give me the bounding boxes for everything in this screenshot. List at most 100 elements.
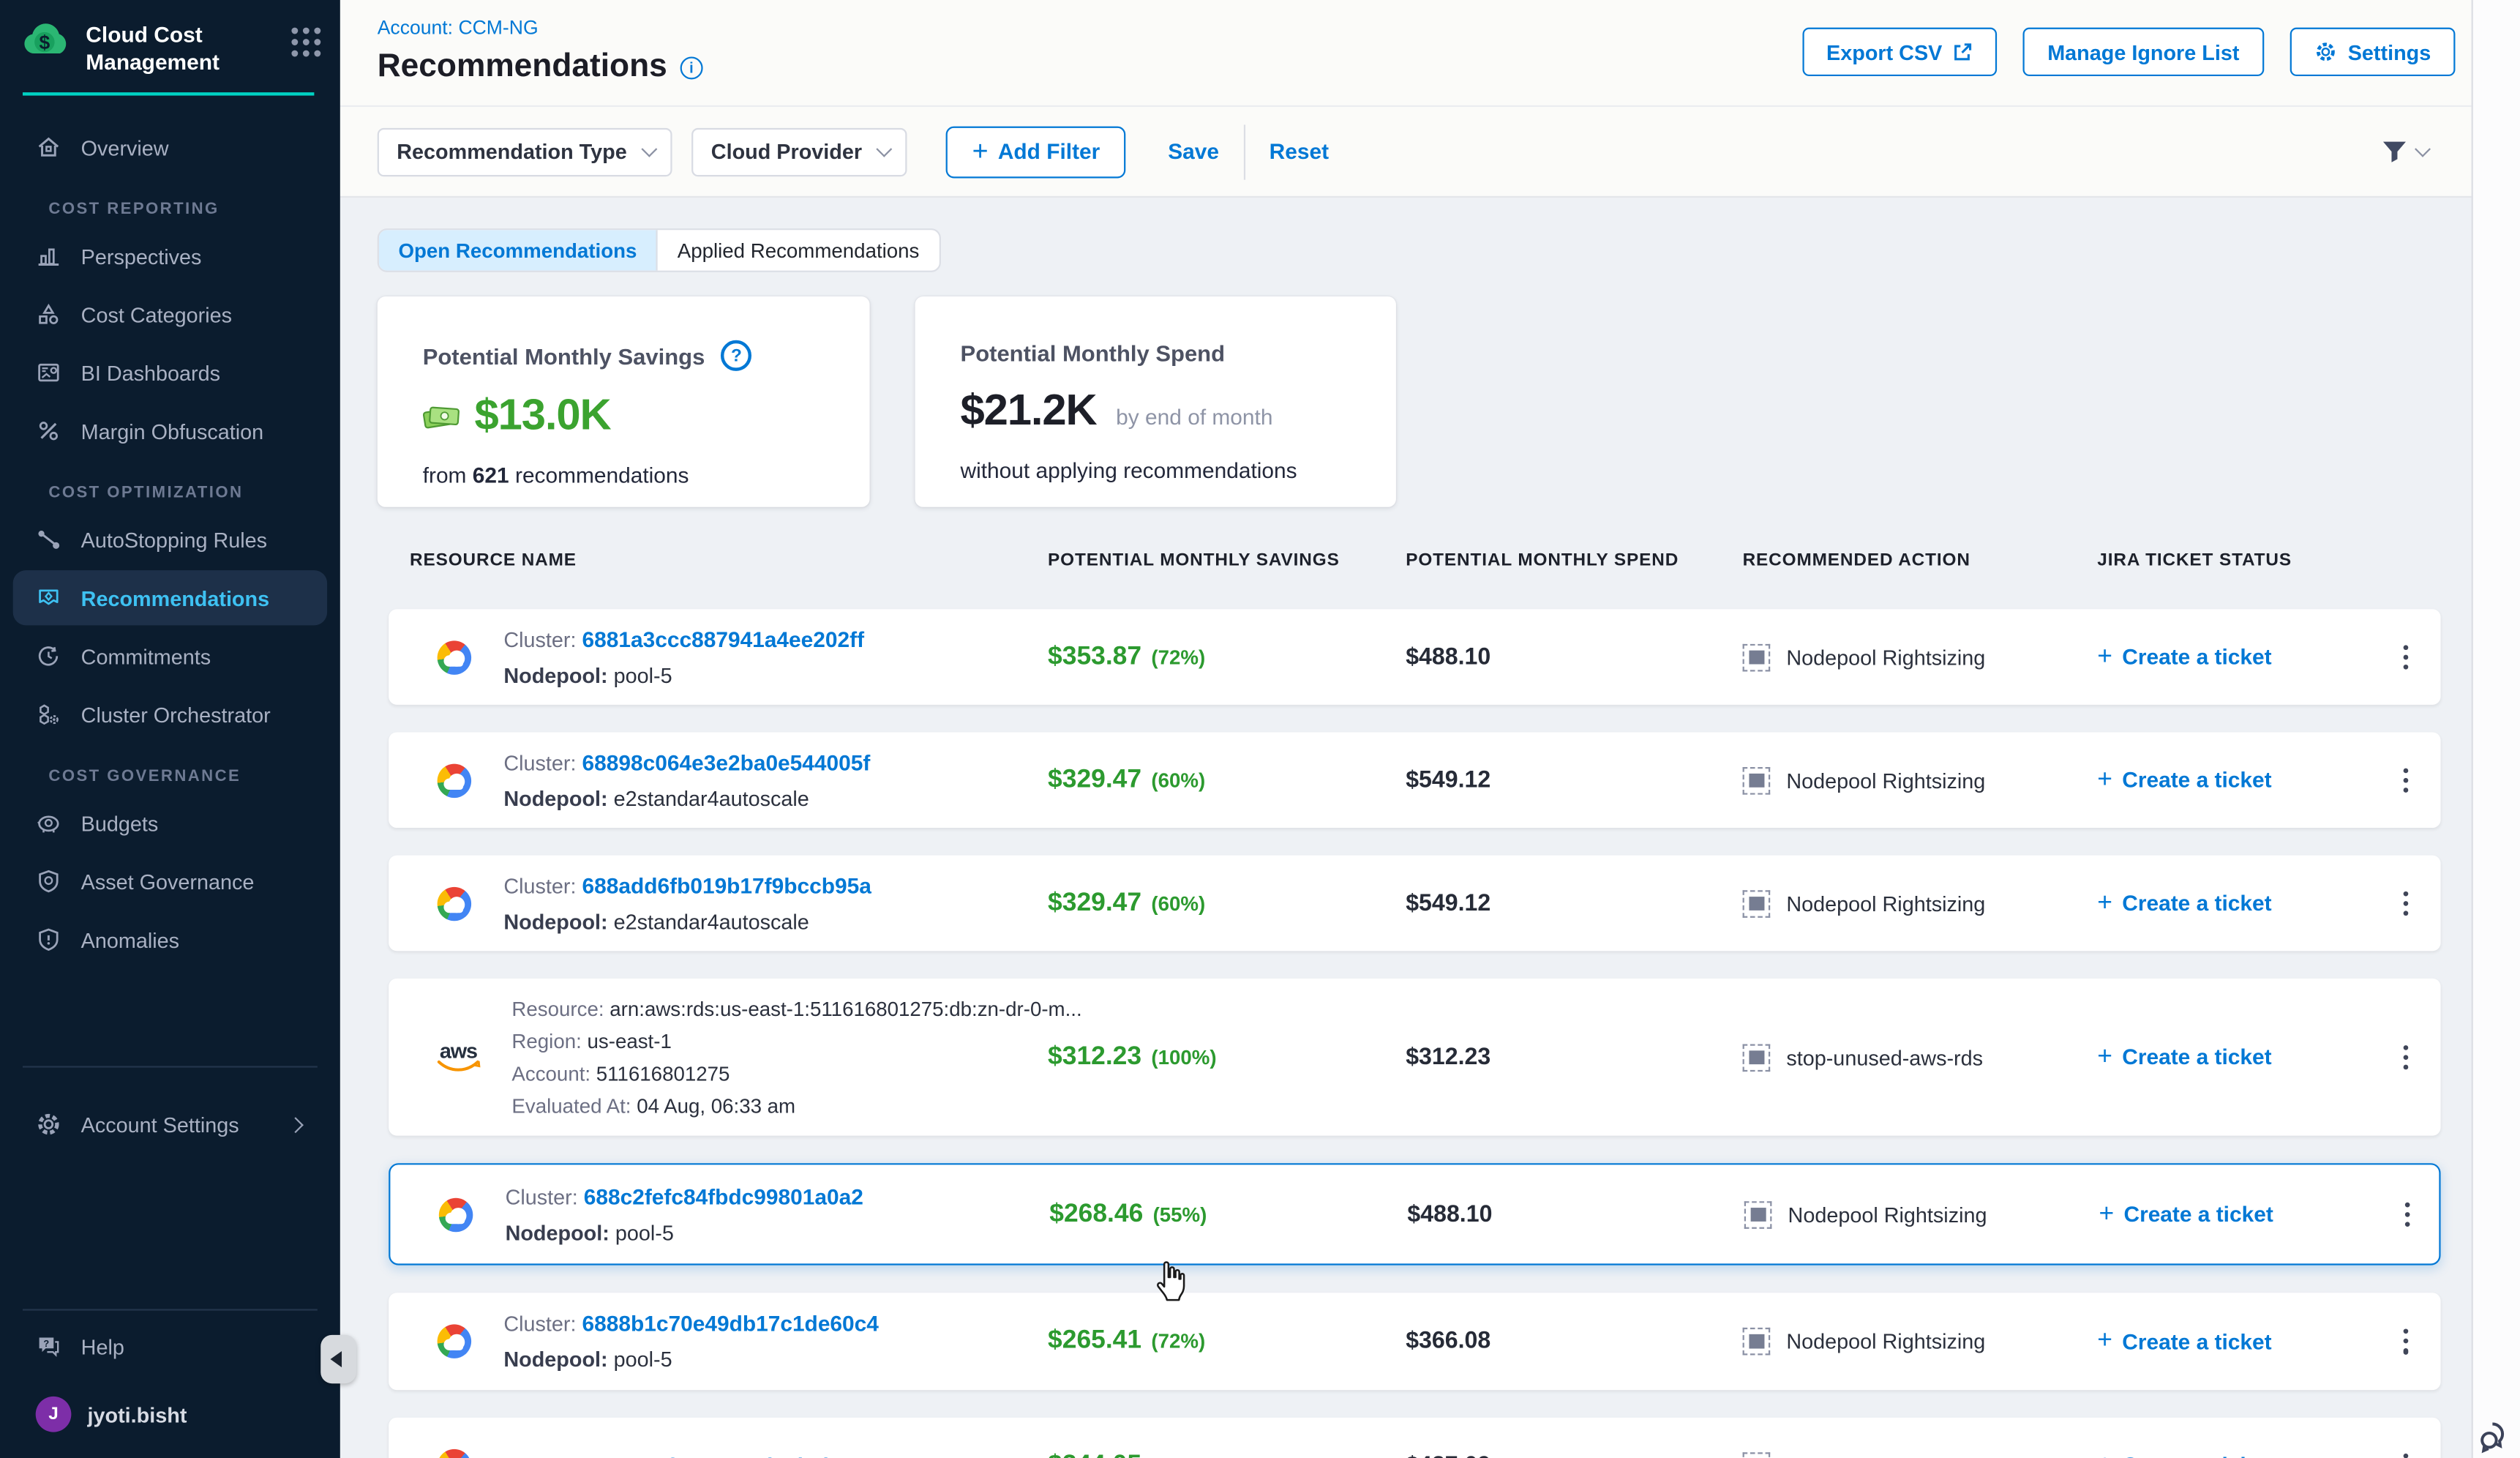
recommended-action: Nodepool Rightsizing (1786, 891, 1985, 915)
sidebar-item-budgets[interactable]: Budgets (13, 796, 327, 850)
row-menu-button[interactable] (2397, 1446, 2415, 1458)
settings-button[interactable]: Settings (2290, 28, 2455, 76)
sidebar-item-help[interactable]: ? Help (13, 1319, 327, 1374)
table-row[interactable]: aws Resource: arn:aws:rds:us-east-1:5116… (389, 979, 2440, 1136)
recommended-action: Nodepool Rightsizing (1786, 768, 1985, 792)
support-chat-button[interactable] (2478, 1419, 2513, 1458)
row-menu-button[interactable] (2397, 638, 2415, 676)
savings-percent: (55%) (1153, 1203, 1207, 1225)
cluster-link[interactable]: 688add6fb019b17f9bccb95a (582, 873, 871, 897)
filter-panel-button[interactable] (2381, 138, 2426, 164)
sidebar-item-autostopping-rules[interactable]: AutoStopping Rules (13, 512, 327, 567)
savings-percent: (57%) (1151, 1454, 1205, 1458)
plus-icon: + (2097, 1327, 2112, 1356)
autostopping-icon (36, 526, 61, 552)
sidebar-item-bi-dashboards[interactable]: BI Dashboards (13, 345, 327, 400)
sidebar: $ Cloud Cost Management Overview COST RE… (0, 0, 340, 1458)
sidebar-collapse-button[interactable] (320, 1335, 356, 1383)
page-header: Account: CCM-NG Recommendations i Export… (340, 0, 2472, 107)
row-menu-button[interactable] (2397, 761, 2415, 799)
right-scroll-gutter[interactable] (2472, 0, 2520, 1458)
sidebar-item-anomalies[interactable]: Anomalies (13, 912, 327, 967)
sidebar-item-margin-obfuscation[interactable]: Margin Obfuscation (13, 403, 327, 458)
savings-amount: $329.47 (1048, 766, 1141, 793)
commitments-clock-icon (36, 643, 61, 669)
row-menu-button[interactable] (2397, 1038, 2415, 1076)
create-ticket-link[interactable]: +Create a ticket (2097, 1327, 2271, 1356)
savings-amount: $353.87 (1048, 643, 1141, 670)
recommendation-count: 621 (473, 463, 509, 487)
cluster-link[interactable]: 688c2fefc84fbdc99801a0a2 (584, 1184, 863, 1208)
gcp-icon (434, 640, 474, 673)
save-filter-button[interactable]: Save (1168, 139, 1219, 163)
recommended-action: stop-unused-aws-rds (1786, 1045, 1983, 1069)
tab-applied-recommendations[interactable]: Applied Recommendations (658, 230, 939, 270)
cluster-link[interactable]: 6881a3ccc887941a4ee202ff (582, 627, 865, 651)
sidebar-item-cost-categories[interactable]: Cost Categories (13, 287, 327, 342)
user-name: jyoti.bisht (88, 1402, 187, 1427)
table-row[interactable]: Cluster: 6886e92f59a48cad86b5b1c6 $244.0… (389, 1418, 2440, 1458)
table-row-selected[interactable]: Cluster: 688c2fefc84fbdc99801a0a2 Nodepo… (389, 1163, 2440, 1265)
breadcrumb[interactable]: Account: CCM-NG (378, 16, 539, 39)
recommendation-type-dropdown[interactable]: Recommendation Type (378, 127, 672, 176)
table-row[interactable]: Cluster: 6888b1c70e49db17c1de60c4 Nodepo… (389, 1293, 2440, 1390)
savings-amount: $329.47 (1048, 889, 1141, 916)
module-grid-icon[interactable] (291, 28, 320, 57)
spend-amount: $549.12 (1406, 767, 1490, 793)
sidebar-item-label: AutoStopping Rules (81, 527, 267, 551)
create-ticket-link[interactable]: +Create a ticket (2097, 1042, 2271, 1072)
reset-filter-button[interactable]: Reset (1270, 139, 1329, 163)
user-menu[interactable]: J jyoti.bisht (36, 1397, 187, 1432)
sidebar-divider (23, 1309, 318, 1310)
spend-qualifier: by end of month (1116, 405, 1272, 429)
info-icon[interactable]: i (680, 56, 702, 78)
create-ticket-link[interactable]: +Create a ticket (2097, 643, 2271, 672)
sidebar-item-label: Help (81, 1334, 124, 1358)
cluster-link[interactable]: 6886e92f59a48cad86b5b1c6 (582, 1453, 873, 1458)
cloud-provider-dropdown[interactable]: Cloud Provider (691, 127, 907, 176)
potential-monthly-savings-card: Potential Monthly Savings ? $13.0K from … (378, 296, 870, 507)
sidebar-item-recommendations[interactable]: Recommendations (13, 570, 327, 625)
export-csv-button[interactable]: Export CSV (1802, 28, 1998, 76)
cluster-link[interactable]: 6888b1c70e49db17c1de60c4 (582, 1312, 879, 1336)
section-label-cost-optimization: COST OPTIMIZATION (48, 485, 340, 502)
spend-amount: $427.09 (1406, 1452, 1490, 1458)
row-menu-button[interactable] (2397, 1323, 2415, 1361)
plus-icon: + (2097, 1451, 2112, 1458)
ccm-logo-icon: $ (23, 21, 71, 65)
column-header-potential-monthly-spend: POTENTIAL MONTHLY SPEND (1406, 551, 1679, 571)
card-title: Potential Monthly Savings (423, 343, 705, 368)
row-menu-button[interactable] (2397, 884, 2415, 922)
external-link-icon (1954, 42, 1973, 62)
tab-open-recommendations[interactable]: Open Recommendations (379, 230, 658, 270)
sidebar-item-label: Recommendations (81, 586, 269, 610)
sidebar-item-label: Commitments (81, 644, 211, 668)
sidebar-item-label: Cost Categories (81, 302, 232, 326)
add-filter-button[interactable]: + Add Filter (946, 126, 1126, 178)
spend-value: $21.2K (961, 386, 1097, 436)
collapse-arrow-icon (331, 1351, 342, 1367)
create-ticket-link[interactable]: +Create a ticket (2097, 889, 2271, 918)
cluster-link[interactable]: 68898c064e3e2ba0e544005f (582, 750, 871, 774)
table-row[interactable]: Cluster: 688add6fb019b17f9bccb95a Nodepo… (389, 856, 2440, 952)
sidebar-item-label: Overview (81, 135, 169, 160)
sidebar-item-account-settings[interactable]: Account Settings (13, 1092, 327, 1157)
sidebar-item-overview[interactable]: Overview (13, 120, 327, 175)
manage-ignore-list-button[interactable]: Manage Ignore List (2023, 28, 2264, 76)
sidebar-item-asset-governance[interactable]: Asset Governance (13, 853, 327, 908)
chevron-right-icon (288, 1116, 304, 1132)
question-icon[interactable]: ? (721, 340, 752, 371)
table-row[interactable]: Cluster: 68898c064e3e2ba0e544005f Nodepo… (389, 732, 2440, 828)
dashboard-image-icon (36, 359, 61, 385)
sidebar-item-label: Margin Obfuscation (81, 419, 264, 443)
sidebar-item-perspectives[interactable]: Perspectives (13, 228, 327, 283)
create-ticket-link[interactable]: +Create a ticket (2097, 1451, 2271, 1458)
spend-amount: $488.10 (1406, 644, 1490, 670)
sidebar-item-commitments[interactable]: Commitments (13, 629, 327, 684)
sidebar-item-cluster-orchestrator[interactable]: Cluster Orchestrator (13, 687, 327, 741)
create-ticket-link[interactable]: +Create a ticket (2097, 766, 2271, 795)
create-ticket-link[interactable]: +Create a ticket (2099, 1200, 2273, 1229)
column-header-potential-monthly-savings: POTENTIAL MONTHLY SAVINGS (1048, 551, 1340, 571)
table-row[interactable]: Cluster: 6881a3ccc887941a4ee202ff Nodepo… (389, 609, 2440, 705)
row-menu-button[interactable] (2399, 1195, 2417, 1233)
